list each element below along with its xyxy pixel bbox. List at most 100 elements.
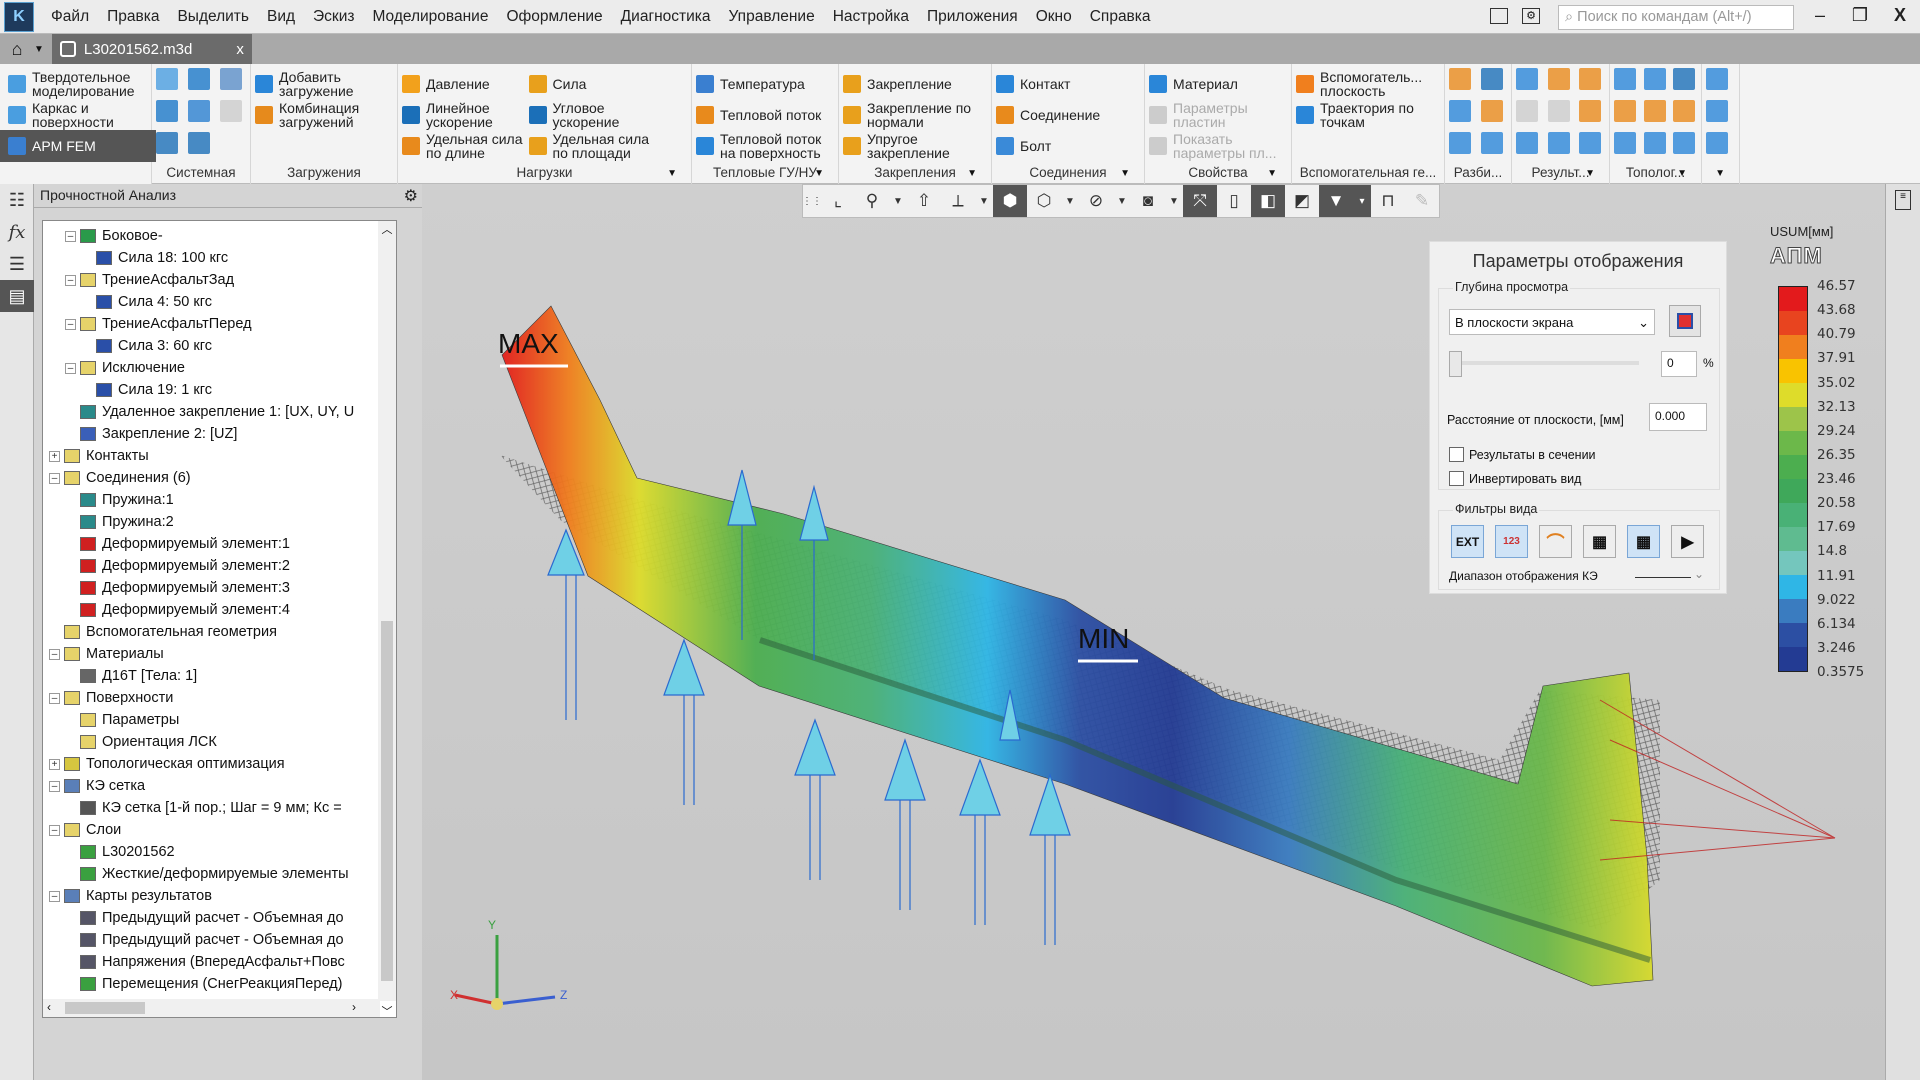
group-dropdown-icon[interactable]: ▼ — [1120, 168, 1130, 179]
mode-item[interactable]: APM FEM — [0, 130, 156, 162]
close-window-button[interactable]: X — [1885, 5, 1915, 26]
tree-item[interactable]: Закрепление 2: [UZ] — [43, 423, 354, 445]
tree-item[interactable]: + Топологическая оптимизация — [43, 753, 354, 775]
display-dropdown-icon[interactable]: ▼ — [1061, 185, 1079, 217]
menu-item[interactable]: Управление — [720, 8, 824, 26]
ribbon-button[interactable]: Вспомогатель... плоскость — [1296, 68, 1422, 99]
collapse-icon[interactable]: – — [49, 472, 60, 484]
tree-item[interactable]: Параметры — [43, 709, 354, 731]
tree-item[interactable]: – КЭ сетка — [43, 775, 354, 797]
tool-icon[interactable] — [1643, 100, 1666, 122]
minimize-button[interactable]: – — [1805, 5, 1835, 26]
collapse-icon[interactable]: – — [65, 318, 76, 330]
section-results-checkbox[interactable]: Результаты в сечении — [1449, 447, 1596, 462]
orientation-dropdown-icon[interactable]: ▼ — [975, 185, 993, 217]
depth-mode-select[interactable]: В плоскости экрана ⌄ — [1449, 309, 1655, 335]
ribbon-button[interactable]: Закрепление — [843, 68, 971, 99]
depth-slider-thumb[interactable] — [1449, 351, 1462, 377]
zoom-icon[interactable]: ⚲ — [855, 185, 889, 217]
ribbon-button[interactable]: Линейное ускорение — [402, 99, 523, 130]
ribbon-button[interactable]: Давление — [402, 68, 523, 99]
ribbon-button[interactable]: Комбинация загружений — [255, 99, 359, 130]
toolbar-grip[interactable]: ⋮⋮ — [802, 185, 822, 217]
ribbon-button[interactable]: Удельная сила по площади — [528, 130, 649, 161]
collapse-icon[interactable]: – — [65, 362, 76, 374]
tool-icon[interactable] — [1614, 68, 1636, 90]
menu-item[interactable]: Справка — [1081, 8, 1160, 26]
tool-icon[interactable] — [1643, 68, 1666, 90]
tool-icon[interactable] — [220, 68, 242, 90]
tool-icon[interactable] — [1579, 100, 1602, 122]
layers-view-icon[interactable]: ◩ — [1285, 185, 1319, 217]
collapse-icon[interactable]: – — [49, 780, 60, 792]
command-search-input[interactable]: ⌕ Поиск по командам (Alt+/) — [1558, 5, 1794, 30]
tool-icon[interactable] — [1614, 132, 1636, 154]
tree-item[interactable]: – Соединения (6) — [43, 467, 354, 489]
tool-icon[interactable] — [1547, 68, 1570, 90]
group-dropdown-icon[interactable]: ▼ — [814, 168, 824, 179]
layers-icon[interactable]: ☰ — [0, 248, 34, 280]
tool-icon[interactable] — [1673, 100, 1696, 122]
tree-icon[interactable]: ☷ — [0, 184, 34, 216]
ribbon-button[interactable]: Тепловой поток на поверхность — [696, 130, 821, 161]
filter-ext-button[interactable]: EXT — [1451, 525, 1484, 558]
tool-icon[interactable] — [1449, 100, 1471, 122]
tree-item[interactable]: Жесткие/деформируемые элементы — [43, 863, 354, 885]
tree-item[interactable]: Дополнительные результаты — [43, 1017, 354, 1018]
filter-mesh-solid-icon[interactable]: ▦ — [1627, 525, 1660, 558]
tool-icon[interactable] — [1449, 132, 1471, 154]
ribbon-button[interactable]: Болт — [996, 130, 1100, 161]
group-dropdown-icon[interactable]: ▼ — [1715, 168, 1725, 179]
tree-item[interactable]: Предыдущий расчет - Объемная до — [43, 929, 354, 951]
ribbon-button[interactable]: Контакт — [996, 68, 1100, 99]
tree-item[interactable]: – Боковое- — [43, 225, 354, 247]
analysis-tree-icon[interactable]: ▤ — [0, 280, 34, 312]
tree-item[interactable]: Д16Т [Тела: 1] — [43, 665, 354, 687]
tree-item[interactable]: Деформируемый элемент:2 — [43, 555, 354, 577]
ribbon-button[interactable]: Угловое ускорение — [528, 99, 650, 130]
menu-item[interactable]: Окно — [1027, 8, 1081, 26]
ribbon-button[interactable]: Тепловой поток — [696, 99, 821, 130]
close-tab-button[interactable]: x — [236, 41, 244, 58]
tool-icon[interactable] — [188, 100, 210, 122]
tree-item[interactable]: – Слои — [43, 819, 354, 841]
tool-icon[interactable] — [220, 100, 242, 122]
tool-icon[interactable] — [1547, 132, 1570, 154]
group-dropdown-icon[interactable]: ▼ — [667, 168, 677, 179]
zoom-dropdown-icon[interactable]: ▼ — [889, 185, 907, 217]
home-icon[interactable]: ⌂ — [0, 39, 34, 60]
tree-item[interactable]: L30201562 — [43, 841, 354, 863]
menu-item[interactable]: Выделить — [168, 8, 258, 26]
tree-item[interactable]: Пружина:2 — [43, 511, 354, 533]
tool-icon[interactable] — [156, 132, 178, 154]
shaded-view-icon[interactable]: ⬢ — [993, 185, 1027, 217]
section-dropdown-icon[interactable]: ▼ — [1165, 185, 1183, 217]
depth-percent-input[interactable]: 0 — [1661, 351, 1697, 377]
tool-icon[interactable] — [1579, 68, 1602, 90]
menu-item[interactable]: Правка — [98, 8, 168, 26]
tree-item[interactable]: Сила 18: 100 кгс — [43, 247, 354, 269]
group-dropdown-icon[interactable]: ▼ — [1585, 168, 1595, 179]
tree-item[interactable]: Сила 19: 1 кгс — [43, 379, 354, 401]
tool-icon[interactable] — [156, 68, 178, 90]
menu-item[interactable]: Приложения — [918, 8, 1027, 26]
mode-item[interactable]: Твердотельное моделирование — [4, 68, 147, 99]
ribbon-button[interactable]: Температура — [696, 68, 821, 99]
collapse-icon[interactable]: – — [49, 824, 60, 836]
tool-icon[interactable] — [1516, 100, 1538, 122]
document-tab[interactable]: L30201562.m3d x — [51, 34, 252, 64]
tree-item[interactable]: Ориентация ЛСК — [43, 731, 354, 753]
tree-item[interactable]: Деформируемый элемент:3 — [43, 577, 354, 599]
tool-icon[interactable] — [188, 132, 210, 154]
depth-slider[interactable] — [1449, 361, 1639, 365]
filter-numbers-button[interactable]: 123 — [1495, 525, 1528, 558]
filter-icon[interactable]: ▼ — [1319, 185, 1353, 217]
expand-icon[interactable]: + — [49, 450, 60, 462]
formula-icon[interactable]: fx — [0, 216, 34, 248]
hide-icon[interactable]: ⊘ — [1079, 185, 1113, 217]
mode-item[interactable]: Каркас и поверхности — [4, 99, 147, 130]
tool-icon[interactable] — [1579, 132, 1602, 154]
group-dropdown-icon[interactable]: ▼ — [1267, 168, 1277, 179]
tool-icon[interactable] — [1673, 68, 1696, 90]
ribbon-button[interactable]: Закрепление по нормали — [843, 99, 971, 130]
